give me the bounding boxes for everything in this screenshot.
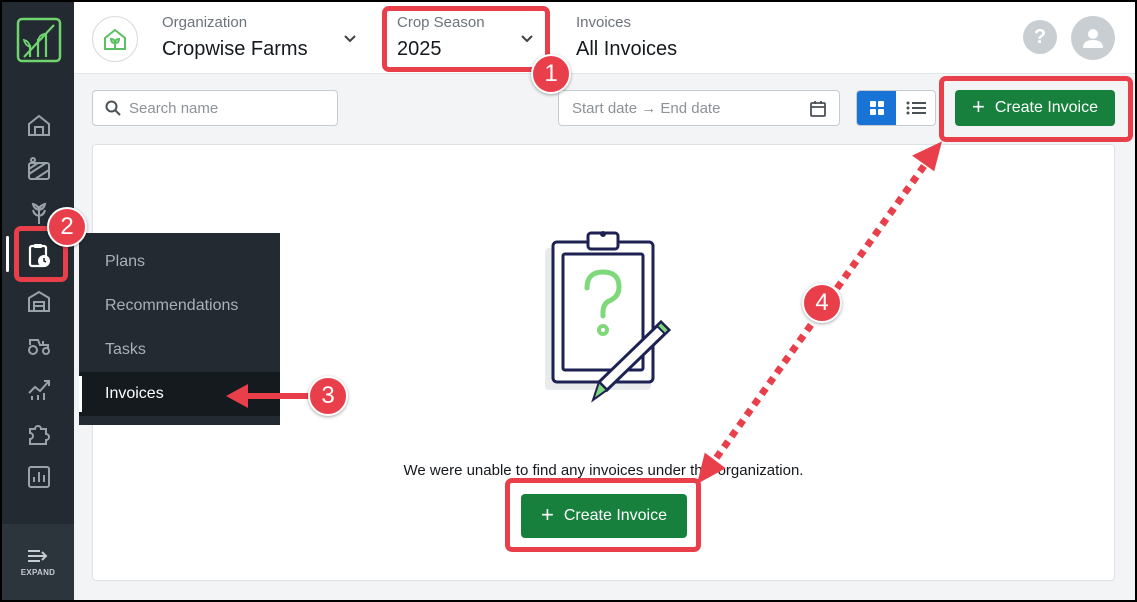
calendar-icon[interactable] [809,100,827,118]
list-view-button[interactable] [896,91,935,125]
date-range-input[interactable] [572,99,762,117]
help-icon[interactable]: ? [1023,20,1057,54]
annotation-box-header-create [939,76,1133,142]
annotation-box-crop-season [382,6,550,72]
sidebar-flyout-menu: Plans Recommendations Tasks Invoices [79,233,280,425]
annotation-badge-1: 1 [531,54,571,94]
user-avatar-icon[interactable] [1071,16,1115,60]
search-input[interactable] [129,99,319,117]
flyout-item-plans[interactable]: Plans [79,240,280,284]
flyout-item-tasks[interactable]: Tasks [79,328,280,372]
sidebar: EXPAND [2,2,74,600]
home-icon[interactable] [24,110,54,140]
breadcrumb[interactable]: Invoices [576,14,631,31]
app-frame: EXPAND Organization Cropwise Farms Crop … [2,2,1135,600]
list-icon [906,101,926,115]
warehouse-icon[interactable] [24,286,54,316]
organization-label: Organization [162,14,248,31]
search-icon [105,100,121,116]
date-range-picker[interactable] [558,90,840,126]
grid-icon [869,101,884,115]
chevron-down-icon[interactable] [343,32,357,46]
puzzle-icon[interactable] [24,418,54,448]
org-house-icon [92,16,138,62]
view-toggle [856,90,936,126]
annotation-badge-2: 2 [47,207,87,247]
flyout-item-invoices[interactable]: Invoices [79,372,280,416]
active-indicator [6,236,9,272]
annotation-badge-4: 4 [802,283,842,323]
flyout-item-recommendations[interactable]: Recommendations [79,284,280,328]
expand-arrow-icon [28,549,48,562]
annotation-box-empty-create [505,478,701,552]
clipboard-question-illustration [545,231,672,403]
top-header: Organization Cropwise Farms Crop Season … [74,2,1135,74]
field-icon[interactable] [24,154,54,184]
empty-state-message: We were unable to find any invoices unde… [403,462,804,479]
report-chart-icon[interactable] [24,462,54,492]
tractor-icon[interactable] [24,330,54,360]
expand-label: EXPAND [20,567,56,577]
annotation-badge-3: 3 [308,376,348,416]
plant-growth-logo-icon[interactable] [16,17,62,63]
grid-view-button[interactable] [857,91,896,125]
expand-sidebar-button[interactable]: EXPAND [2,524,74,600]
analytics-icon[interactable] [24,374,54,404]
search-field[interactable] [92,90,338,126]
page-title: All Invoices [576,38,678,60]
organization-select[interactable]: Cropwise Farms [162,38,308,61]
